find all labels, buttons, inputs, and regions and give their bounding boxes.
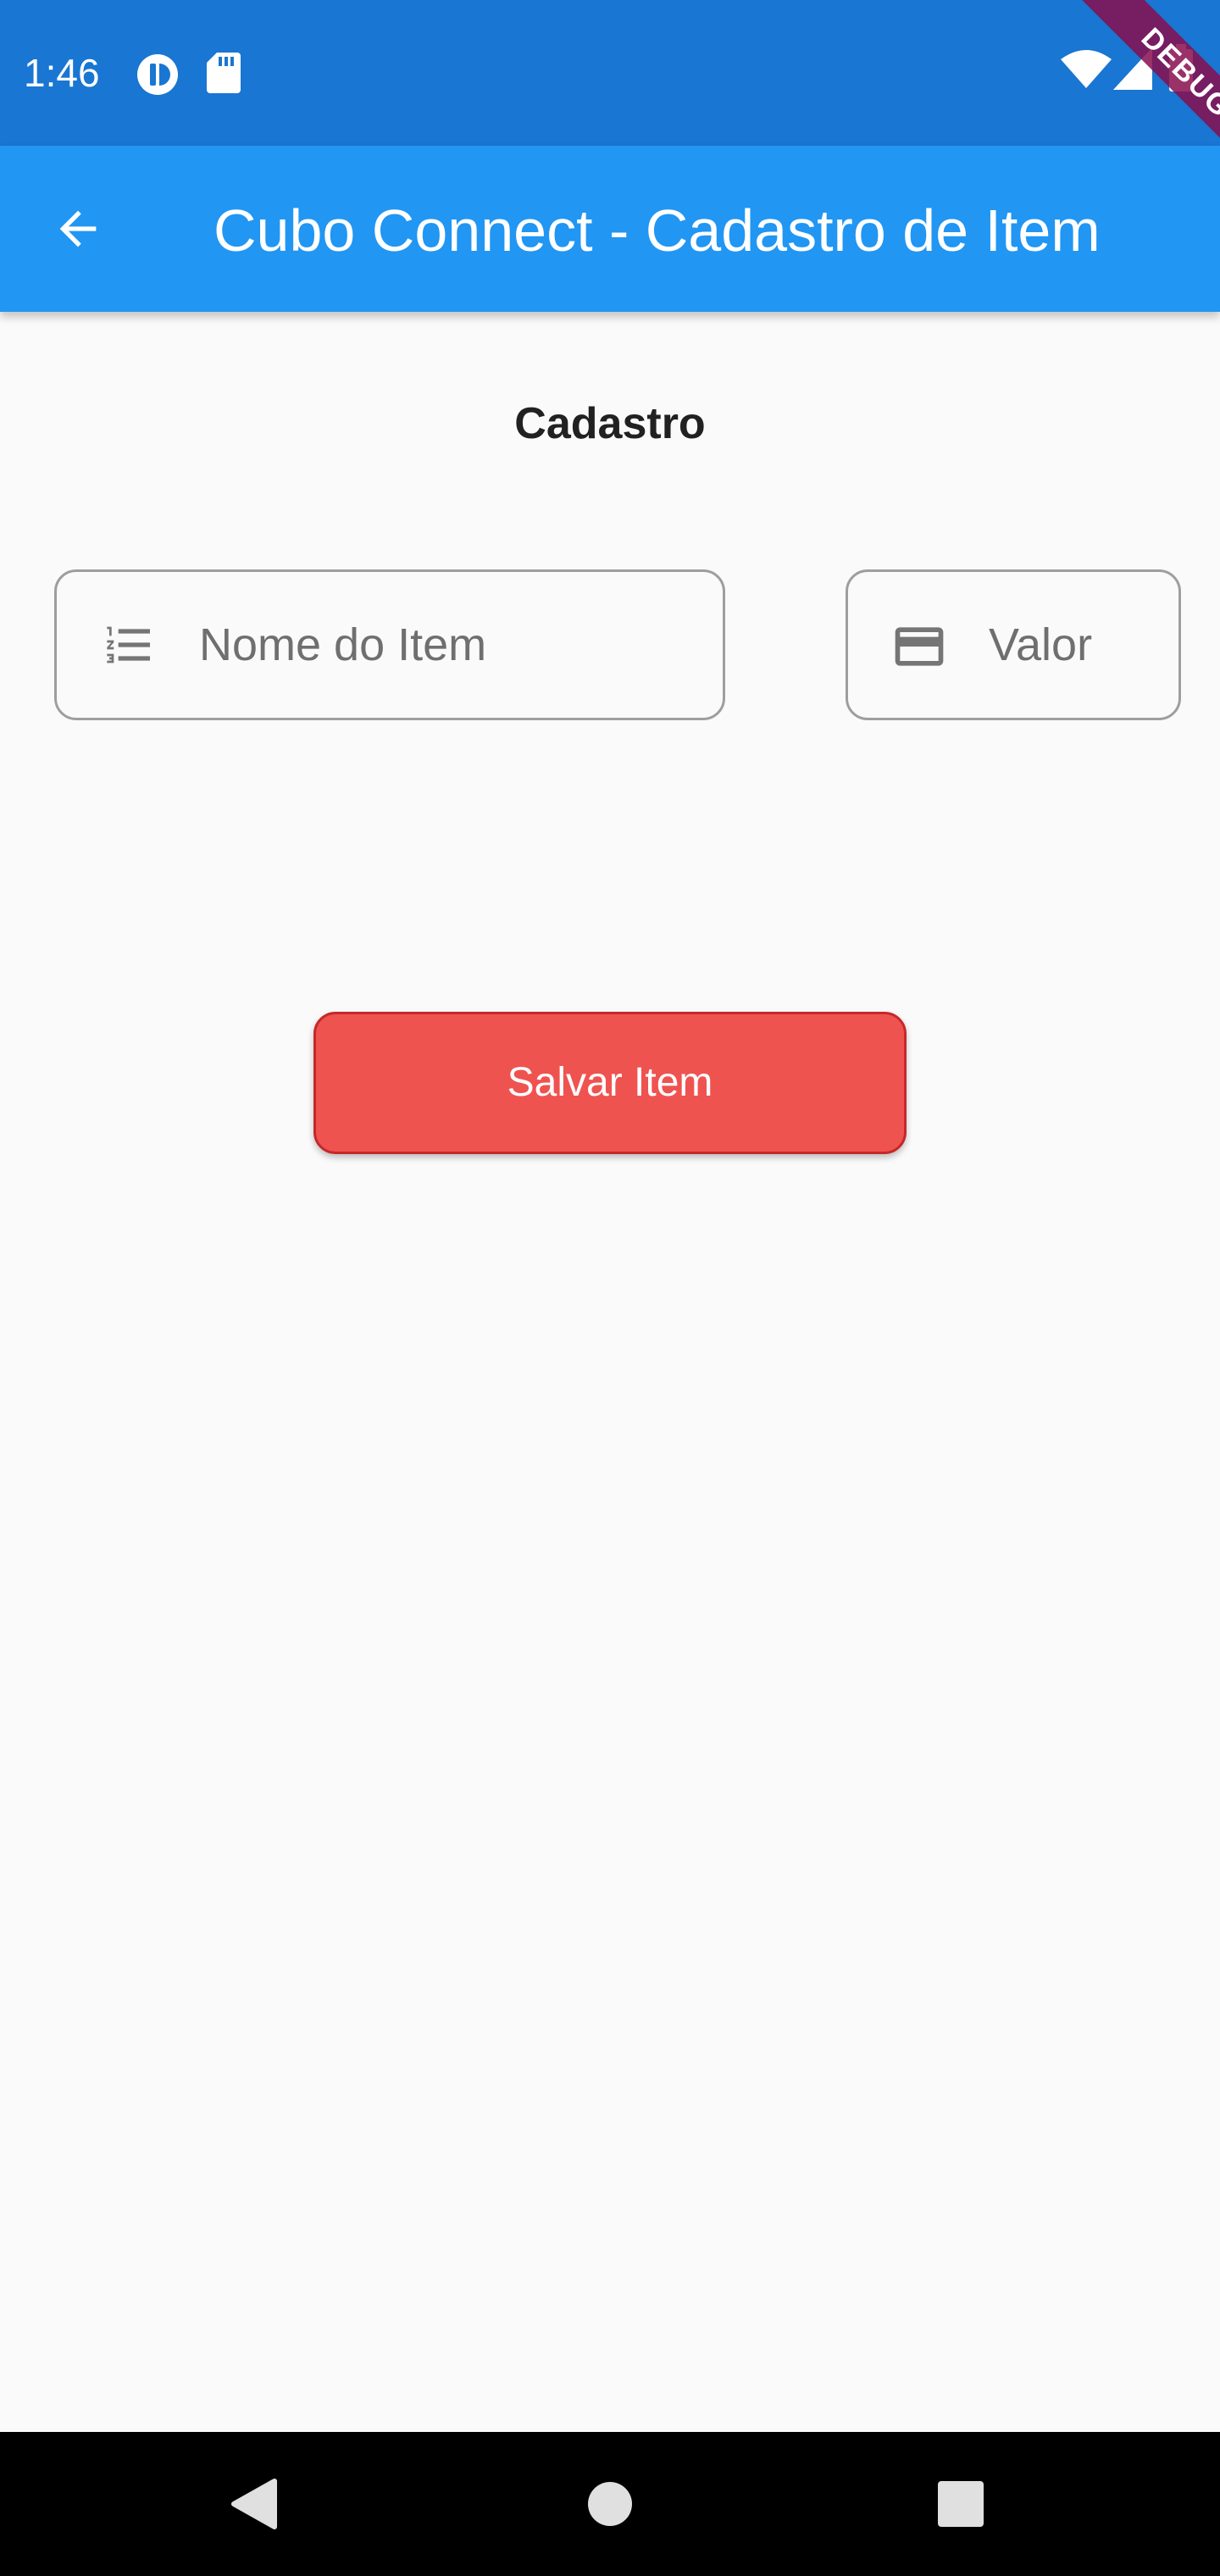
format-list-numbered-icon [107, 626, 150, 663]
credit-card-icon [895, 627, 944, 666]
nav-home-button[interactable] [576, 2474, 644, 2534]
item-value-field[interactable] [846, 569, 1181, 720]
item-name-input[interactable] [199, 572, 707, 718]
cell-signal-icon [1113, 47, 1152, 90]
nav-recents-button[interactable] [927, 2474, 995, 2534]
page-title: Cubo Connect - Cadastro de Item [214, 197, 1101, 264]
item-value-input[interactable] [989, 572, 1167, 718]
item-name-field[interactable] [54, 569, 725, 720]
status-bar: 1:46 DEBUG [0, 0, 1220, 146]
save-item-button[interactable]: Salvar Item [313, 1012, 907, 1154]
recents-square-icon [938, 2481, 984, 2527]
home-circle-icon [588, 2482, 632, 2526]
wifi-icon [1061, 50, 1112, 88]
sync-badge-icon [137, 54, 178, 95]
back-button[interactable] [34, 185, 122, 273]
app-bar: Cubo Connect - Cadastro de Item [0, 146, 1220, 312]
arrow-back-icon [59, 210, 97, 247]
back-triangle-icon [231, 2479, 277, 2529]
sd-card-icon [207, 53, 241, 93]
status-time: 1:46 [24, 51, 100, 95]
form-heading: Cadastro [514, 399, 706, 448]
navigation-bar [0, 2432, 1220, 2576]
nav-back-button[interactable] [220, 2474, 288, 2534]
battery-icon [1169, 44, 1193, 92]
